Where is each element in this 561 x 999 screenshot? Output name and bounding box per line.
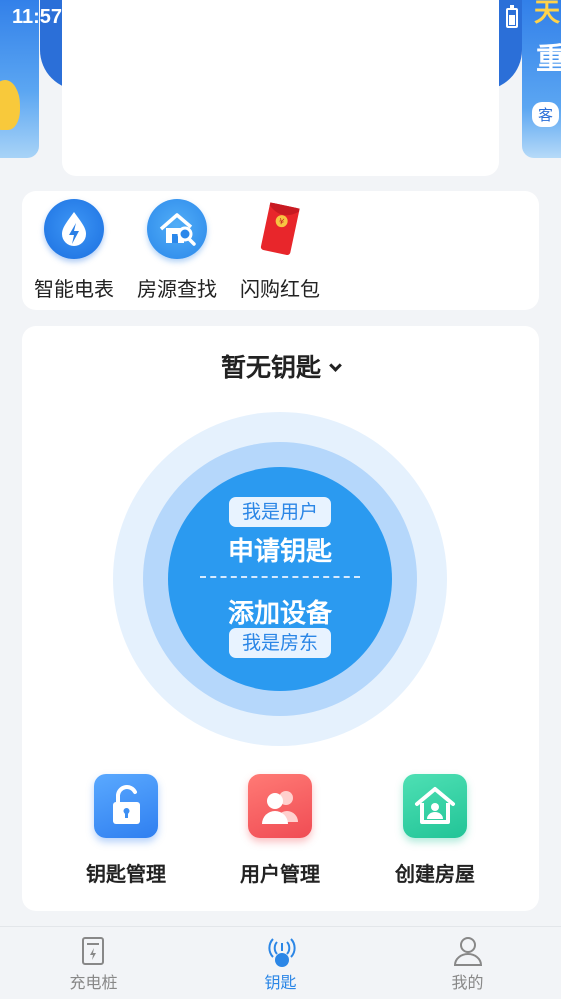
quick-item-smart-meter[interactable]: 智能电表	[24, 191, 124, 310]
unlock-icon	[94, 774, 158, 838]
action-label: 创建房屋	[395, 862, 475, 886]
key-panel: 暂无钥匙 我是用户 申请钥匙 添加设备 我是房东 钥匙管理 用户管理 创建房屋	[22, 326, 539, 911]
lightning-drop-icon	[44, 199, 104, 259]
banner-slide-current[interactable]	[62, 0, 499, 176]
key-signal-icon	[268, 938, 296, 967]
nav-tab-profile[interactable]: 我的	[374, 927, 561, 999]
red-envelope-icon: ¥	[250, 199, 310, 259]
divider	[200, 576, 360, 578]
users-icon	[248, 774, 312, 838]
nav-tab-key[interactable]: 钥匙	[187, 927, 374, 999]
banner-next-pill: 客	[532, 102, 560, 127]
key-management-button[interactable]: 钥匙管理	[61, 774, 191, 894]
quick-item-house-search[interactable]: 房源查找	[127, 191, 227, 310]
nav-tab-label: 钥匙	[264, 973, 297, 992]
action-label: 钥匙管理	[86, 862, 166, 886]
house-search-icon	[147, 199, 207, 259]
nav-tab-label: 充电桩	[69, 973, 118, 992]
status-time: 11:57	[12, 6, 63, 28]
user-management-button[interactable]: 用户管理	[215, 774, 345, 894]
nav-tab-charging[interactable]: 充电桩	[0, 927, 187, 999]
nav-tab-label: 我的	[451, 973, 484, 992]
action-label: 用户管理	[240, 862, 320, 886]
banner-next-heading: 重	[536, 42, 561, 77]
quick-item-red-envelope[interactable]: ¥ 闪购红包	[230, 191, 330, 310]
user-role-tag: 我是用户	[229, 497, 331, 527]
battery-icon	[506, 5, 518, 28]
banner-next-text: 天	[534, 0, 561, 28]
home-user-icon	[403, 774, 467, 838]
quick-item-label: 智能电表	[34, 277, 114, 301]
owner-role-tag: 我是房东	[229, 628, 331, 658]
banner-illustration	[0, 80, 20, 130]
quick-item-label: 房源查找	[137, 277, 217, 301]
quick-menu: 智能电表 房源查找 ¥ 闪购红包	[22, 191, 539, 310]
add-device-button[interactable]: 添加设备	[168, 593, 392, 630]
create-house-button[interactable]: 创建房屋	[370, 774, 500, 894]
apply-key-button[interactable]: 申请钥匙	[168, 531, 392, 568]
quick-item-label: 闪购红包	[240, 277, 320, 301]
chevron-down-icon	[329, 359, 342, 372]
banner-slide-next[interactable]: 天 重 客	[522, 0, 561, 158]
key-action-button[interactable]: 我是用户 申请钥匙 添加设备 我是房东	[168, 467, 392, 691]
key-selector[interactable]: 暂无钥匙	[22, 348, 539, 384]
bottom-nav: 充电桩 钥匙 我的	[0, 926, 561, 999]
profile-icon	[453, 937, 483, 966]
charging-pile-icon	[82, 937, 104, 965]
key-selector-label: 暂无钥匙	[220, 353, 321, 382]
